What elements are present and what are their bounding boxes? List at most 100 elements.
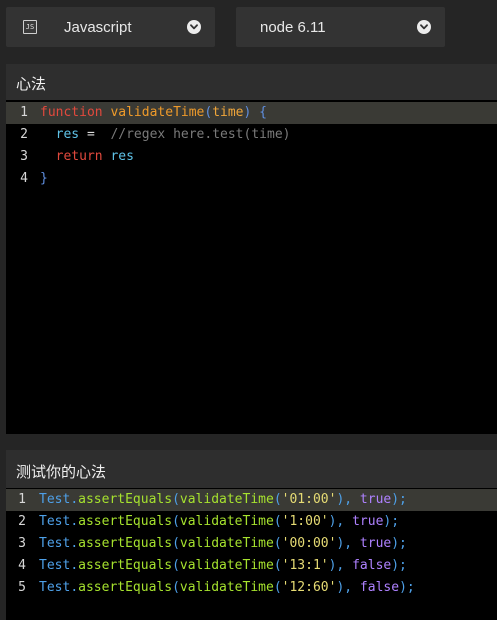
code-text: res = //regex here.test(time) (40, 124, 291, 146)
code-line[interactable]: 4} (6, 168, 497, 190)
code-token: ( (172, 558, 180, 573)
code-token: res (110, 149, 134, 164)
code-token: ), (336, 580, 360, 595)
tests-panel-header: 测试你的心法 (6, 450, 497, 488)
code-token: validateTime (179, 536, 274, 551)
code-token: false (352, 558, 392, 573)
code-token: ); (391, 492, 407, 507)
code-token: . (70, 558, 79, 573)
code-token: assertEquals (78, 514, 173, 529)
line-number: 3 (18, 536, 26, 551)
code-token: ( (273, 492, 282, 507)
code-token: validateTime (179, 492, 274, 507)
language-select-label: Javascript (64, 18, 132, 36)
code-token: ( (172, 492, 180, 507)
code-token: assertEquals (78, 492, 173, 507)
code-token: '1:00' (281, 514, 329, 529)
line-number: 2 (18, 514, 26, 529)
line-number: 3 (20, 149, 28, 164)
version-select[interactable]: node 6.11 (236, 7, 445, 47)
code-token: ), (336, 536, 360, 551)
code-line[interactable]: 4 Test.assertEquals(validateTime('13:1'),… (6, 555, 497, 577)
code-text: Test.assertEquals(validateTime('01:00'),… (39, 489, 407, 511)
code-line[interactable]: 1 Test.assertEquals(validateTime('01:00')… (6, 489, 497, 511)
code-token: validateTime (179, 580, 274, 595)
version-select-label: node 6.11 (260, 18, 326, 36)
toolbar: JS Javascript node 6.11 (0, 0, 497, 62)
code-token: res (55, 127, 80, 142)
chevron-down-icon (417, 20, 431, 34)
code-token: ( (172, 536, 180, 551)
code-token: ); (391, 558, 407, 573)
code-token: '13:1' (281, 558, 329, 573)
code-token: time (212, 105, 244, 120)
code-token: } (40, 171, 48, 186)
code-token: . (70, 492, 79, 507)
code-token: assertEquals (78, 558, 173, 573)
code-token: ( (273, 580, 282, 595)
code-token: return (55, 149, 103, 164)
code-line[interactable]: 2 Test.assertEquals(validateTime('1:00'),… (6, 511, 497, 533)
line-number: 5 (18, 580, 26, 595)
code-token: validateTime (179, 514, 274, 529)
solution-panel-header: 心法 (6, 64, 497, 100)
code-token: = (79, 127, 111, 142)
solution-code-editor[interactable]: 1 function validateTime(time) {2 res = //… (6, 100, 497, 434)
code-token: ); (383, 514, 400, 529)
code-token: ); (391, 536, 407, 551)
code-token: true (352, 514, 384, 529)
code-token: function (40, 105, 103, 120)
code-token: ( (172, 580, 180, 595)
code-token: ), (328, 558, 353, 573)
code-line[interactable]: 1 function validateTime(time) { (6, 102, 497, 124)
code-token: true (359, 536, 392, 551)
code-line[interactable]: 3 Test.assertEquals(validateTime('00:00')… (6, 533, 497, 555)
tests-code-editor[interactable]: 1 Test.assertEquals(validateTime('01:00')… (6, 488, 497, 620)
code-text: Test.assertEquals(validateTime('00:00'),… (39, 533, 407, 555)
code-line[interactable]: 3 return res (6, 146, 497, 168)
solution-panel-title: 心法 (16, 76, 47, 93)
code-token: ); (399, 580, 415, 595)
code-token: assertEquals (78, 536, 173, 551)
js-file-icon: JS (23, 20, 37, 34)
code-text: function validateTime(time) { (40, 102, 267, 124)
code-token: ) { (243, 105, 267, 120)
line-number: 1 (20, 105, 28, 120)
tests-panel-title: 测试你的心法 (16, 464, 107, 481)
code-token: assertEquals (78, 580, 173, 595)
code-token: Test (39, 580, 71, 595)
code-token: Test (39, 514, 71, 529)
code-token: //regex here.test(time) (110, 127, 291, 142)
code-text: Test.assertEquals(validateTime('13:1'), … (39, 555, 407, 577)
chevron-down-icon (187, 20, 201, 34)
code-text: Test.assertEquals(validateTime('12:60'),… (39, 577, 415, 599)
code-token: '12:60' (281, 580, 337, 595)
code-token: Test (39, 492, 71, 507)
code-text: Test.assertEquals(validateTime('1:00'), … (39, 511, 399, 533)
code-token: ( (172, 514, 180, 529)
line-number: 1 (18, 492, 26, 507)
line-number: 2 (20, 127, 28, 142)
code-token: ( (273, 558, 282, 573)
code-token: '00:00' (281, 536, 337, 551)
code-token: ( (273, 514, 282, 529)
code-token: validateTime (179, 558, 274, 573)
language-select[interactable]: JS Javascript (6, 7, 215, 47)
code-token: Test (39, 558, 71, 573)
code-token: false (359, 580, 400, 595)
code-line[interactable]: 2 res = //regex here.test(time) (6, 124, 497, 146)
code-token: . (70, 536, 79, 551)
code-token: . (70, 514, 79, 529)
code-token: true (359, 492, 392, 507)
code-token: '01:00' (281, 492, 337, 507)
code-token: ( (273, 536, 282, 551)
code-token: Test (39, 536, 71, 551)
code-text: } (40, 168, 48, 190)
code-token: . (70, 580, 79, 595)
code-text: return res (40, 146, 134, 168)
code-token: ), (336, 492, 360, 507)
code-line[interactable]: 5 Test.assertEquals(validateTime('12:60')… (6, 577, 497, 599)
code-token: ), (328, 514, 353, 529)
